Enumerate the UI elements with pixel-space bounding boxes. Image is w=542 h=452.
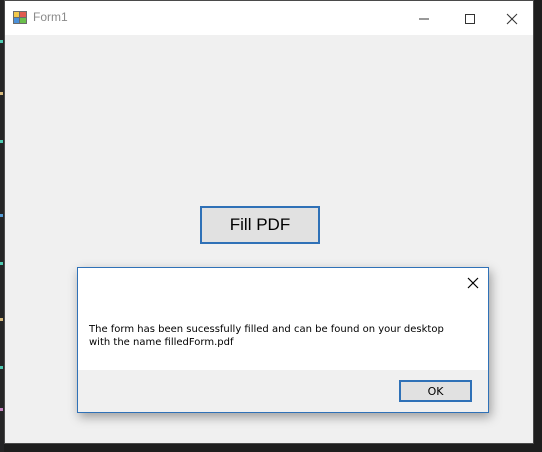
ide-marker xyxy=(0,408,3,411)
maximize-icon xyxy=(465,14,475,24)
ide-marker xyxy=(0,318,3,321)
message-line: with the name filledForm.pdf xyxy=(89,337,234,348)
ok-button[interactable]: OK xyxy=(399,380,472,402)
ide-marker xyxy=(0,92,3,95)
close-icon xyxy=(506,13,518,25)
ide-marker xyxy=(0,366,3,369)
fill-pdf-button[interactable]: Fill PDF xyxy=(200,206,320,244)
maximize-button[interactable] xyxy=(447,1,493,35)
message-line: The form has been sucessfully filled and… xyxy=(89,324,444,335)
message-text: The form has been sucessfully filled and… xyxy=(89,323,479,349)
ide-marker xyxy=(0,40,3,43)
minimize-button[interactable] xyxy=(401,1,447,35)
winforms-app-icon xyxy=(13,11,27,24)
dialog-footer: OK xyxy=(78,370,488,412)
ide-marker xyxy=(0,140,3,143)
close-button[interactable] xyxy=(489,1,535,35)
ide-marker xyxy=(0,262,3,265)
message-box-dialog: The form has been sucessfully filled and… xyxy=(77,267,489,413)
dialog-close-button[interactable] xyxy=(466,276,480,290)
window-title: Form1 xyxy=(33,10,68,24)
ide-marker xyxy=(0,214,3,217)
close-icon xyxy=(467,277,479,289)
minimize-icon xyxy=(419,18,429,20)
title-bar[interactable]: Form1 xyxy=(5,1,533,35)
